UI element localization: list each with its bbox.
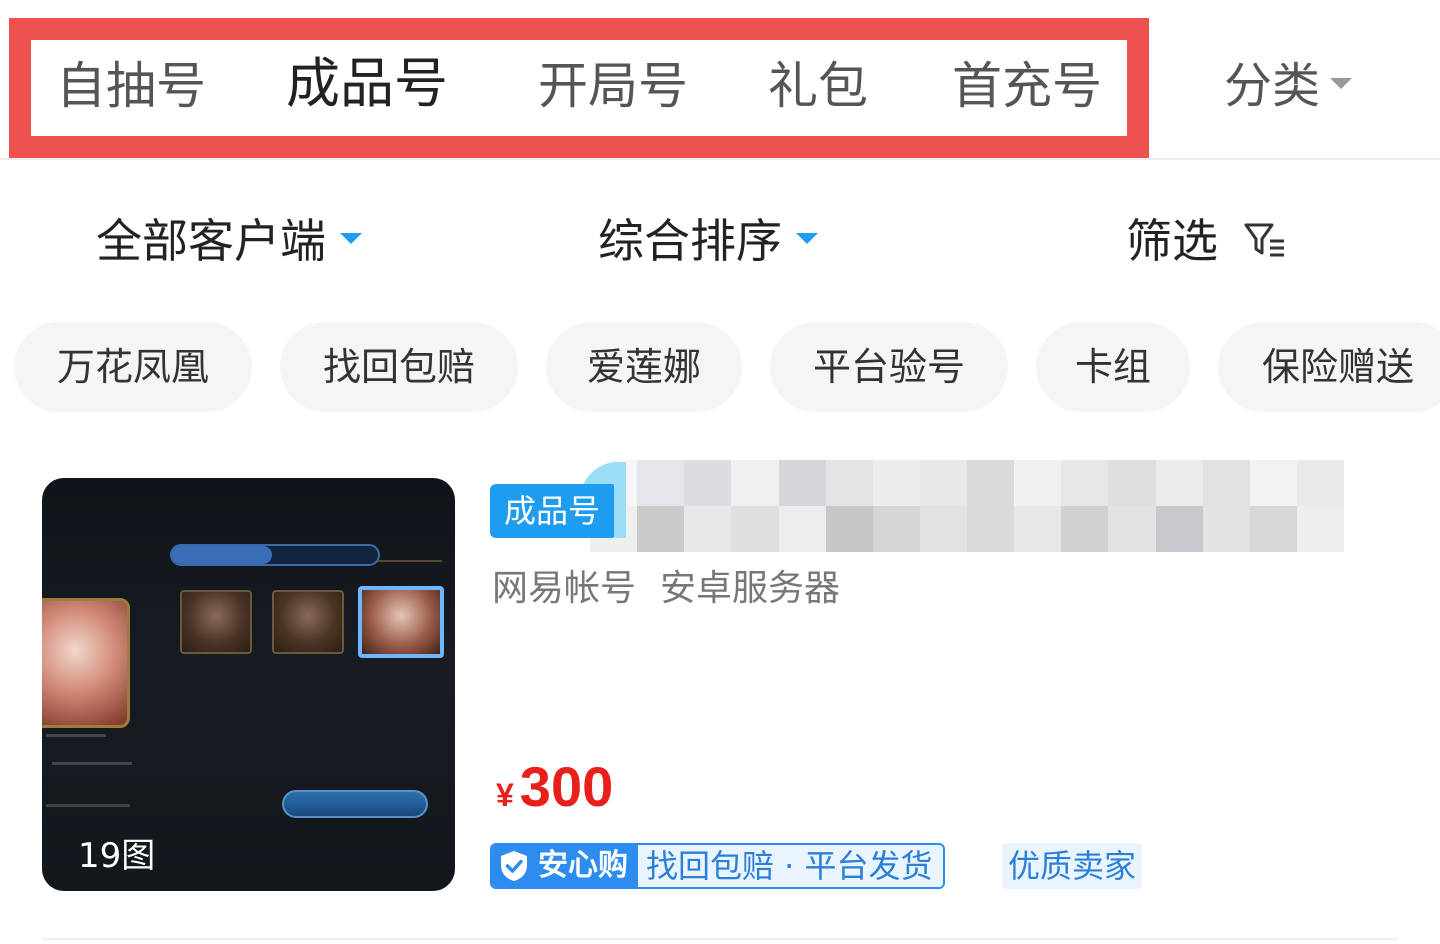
character-portrait-selected	[358, 586, 444, 658]
tab-self-draw[interactable]: 自抽号	[56, 54, 206, 118]
game-button	[282, 790, 428, 818]
filter-button[interactable]: 筛选	[1126, 210, 1287, 272]
chip-card-deck[interactable]: 卡组	[1036, 322, 1190, 412]
funnel-icon	[1244, 223, 1284, 256]
caret-down-icon	[1330, 77, 1353, 89]
client-filter-dropdown[interactable]: 全部客户端	[96, 210, 362, 272]
caret-down-icon	[796, 233, 818, 244]
hero-portrait	[42, 598, 130, 728]
currency-symbol: ¥	[496, 777, 514, 813]
tab-finished-account[interactable]: 成品号	[286, 52, 448, 116]
top-tab-bar: 自抽号 成品号 开局号 礼包 首充号 分类	[0, 0, 1440, 160]
account-type: 网易帐号	[492, 568, 637, 609]
guarantee-badge[interactable]: 安心购 找回包赔 · 平台发货	[490, 843, 945, 889]
category-dropdown[interactable]: 分类	[1224, 54, 1353, 118]
caret-down-icon	[340, 233, 362, 244]
chip-recovery-compensation[interactable]: 找回包赔	[280, 322, 518, 412]
guarantee-brand: 安心购	[492, 845, 638, 887]
sort-label: 综合排序	[598, 214, 782, 268]
tab-gift-pack[interactable]: 礼包	[768, 54, 868, 118]
price-amount: 300	[519, 755, 614, 818]
character-portrait	[272, 590, 344, 654]
tab-first-recharge[interactable]: 首充号	[952, 54, 1102, 118]
listing-meta: 网易帐号 安卓服务器	[492, 564, 840, 614]
tab-starter-account[interactable]: 开局号	[538, 54, 688, 118]
listing-thumbnail[interactable]: 19图	[42, 478, 455, 891]
sort-dropdown[interactable]: 综合排序	[598, 210, 818, 272]
page: 自抽号 成品号 开局号 礼包 首充号 分类 全部客户端 综合排序 筛选 万花凤凰…	[0, 0, 1440, 944]
filter-label: 筛选	[1126, 214, 1218, 268]
character-portrait	[180, 590, 252, 654]
photo-count: 19图	[78, 836, 156, 876]
chip-platform-verified[interactable]: 平台验号	[770, 322, 1008, 412]
list-divider	[42, 938, 1398, 940]
guarantee-brand-label: 安心购	[538, 848, 628, 883]
chip-elena[interactable]: 爱莲娜	[546, 322, 742, 412]
server-name: 安卓服务器	[660, 568, 841, 609]
chip-insurance-gift[interactable]: 保险赠送	[1218, 322, 1440, 412]
quality-seller-tag: 优质卖家	[1002, 843, 1143, 889]
chip-phoenix[interactable]: 万花凤凰	[14, 322, 252, 412]
blurred-title	[590, 460, 1344, 552]
shield-check-icon	[501, 851, 527, 881]
category-label: 分类	[1224, 58, 1321, 114]
listing-price: ¥300	[496, 754, 613, 819]
client-filter-label: 全部客户端	[96, 214, 326, 268]
listing-type-badge: 成品号	[490, 484, 615, 538]
guarantee-terms: 找回包赔 · 平台发货	[638, 845, 943, 887]
